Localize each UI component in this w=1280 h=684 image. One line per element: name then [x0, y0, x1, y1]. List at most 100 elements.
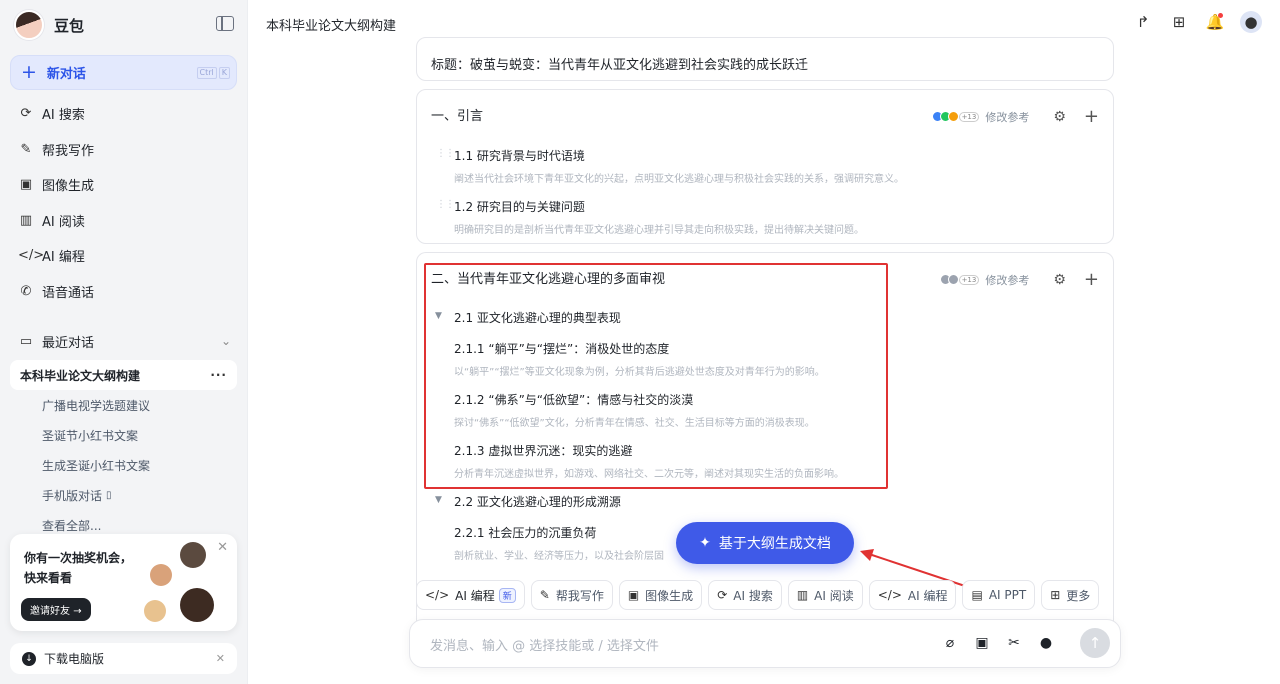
modify-reference-button[interactable]: 修改参考: [985, 272, 1029, 288]
brand[interactable]: 豆包: [14, 10, 84, 40]
code-icon: </>: [18, 248, 45, 264]
modify-reference-button[interactable]: 修改参考: [985, 109, 1029, 125]
recent-chat-item[interactable]: 本科毕业论文大纲构建 ···: [10, 360, 237, 390]
new-note-icon[interactable]: ⊞: [1168, 11, 1190, 33]
skill-image[interactable]: ▣ 图像生成: [618, 580, 703, 610]
settings-sliders-icon[interactable]: ⚙: [1053, 109, 1066, 125]
sidebar-item-coding[interactable]: </> AI 编程: [10, 238, 237, 274]
subsection-title[interactable]: 1.1 研究背景与时代语境: [454, 147, 585, 164]
view-all-label: 查看全部...: [42, 518, 102, 533]
sidebar-toggle-icon[interactable]: [216, 16, 234, 31]
more-options-icon[interactable]: ···: [210, 368, 227, 382]
skill-more[interactable]: ⊞ 更多: [1041, 580, 1100, 610]
book-icon: ▥: [19, 212, 33, 228]
sidebar-item-reading[interactable]: ▥ AI 阅读: [10, 203, 237, 239]
invite-friends-button[interactable]: 邀请好友 →: [21, 598, 91, 621]
reference-sources[interactable]: +13: [939, 274, 980, 285]
subsection-desc: 明确研究目的是剖析当代青年亚文化逃避心理并引导其走向积极实践，提出待解决关键问题…: [454, 225, 864, 236]
skill-ai-coding[interactable]: </> AI 编程新: [416, 580, 525, 610]
new-badge: 新: [498, 587, 516, 603]
pen-icon: ✎: [20, 141, 32, 157]
skill-ppt[interactable]: ▤ AI PPT: [962, 580, 1036, 610]
sidebar-item-voice[interactable]: ✆ 语音通话: [10, 274, 237, 310]
chat-icon: ▭: [19, 333, 33, 349]
generate-document-button[interactable]: ✦ 基于大纲生成文档: [676, 522, 854, 564]
chevron-down-icon[interactable]: ⌄: [221, 334, 231, 348]
recent-chats-header[interactable]: ▭ 最近对话 ⌄: [10, 326, 237, 356]
plus-icon: +: [21, 61, 37, 83]
code-icon: </>: [425, 588, 450, 602]
outline-title-line[interactable]: 标题：破茧与蜕变：当代青年从亚文化逃避到社会实践的成长跃迁: [431, 54, 808, 73]
ppt-icon: ▤: [971, 588, 983, 602]
settings-sliders-icon[interactable]: ⚙: [1053, 272, 1066, 288]
skill-label: 帮我写作: [555, 588, 604, 603]
grid-icon: ⊞: [1050, 588, 1061, 602]
sidebar-item-ai-search[interactable]: ⟳ AI 搜索: [10, 96, 237, 132]
ref-count: +13: [958, 274, 980, 285]
share-icon[interactable]: ↱: [1132, 11, 1154, 33]
avatar-illustration: [150, 564, 172, 586]
collapse-triangle-icon[interactable]: ▼: [435, 495, 442, 505]
message-input[interactable]: 发消息、输入 @ 选择技能或 / 选择文件 ⌀ ▣ ✂ ● ↑: [409, 619, 1121, 668]
code-icon: </>: [877, 588, 902, 602]
subsection-desc: 阐述当代社会环境下青年亚文化的兴起，点明亚文化逃避心理与积极社会实践的关系，强调…: [454, 174, 904, 185]
sidebar-item-writing[interactable]: ✎ 帮我写作: [10, 132, 237, 168]
skill-reading[interactable]: ▥ AI 阅读: [787, 580, 863, 610]
sidebar-item-image[interactable]: ▣ 图像生成: [10, 167, 237, 203]
ai-search-icon: ⟳: [717, 588, 728, 602]
subsection-title[interactable]: 1.2 研究目的与关键问题: [454, 198, 585, 215]
shortcut-key: Ctrl: [196, 67, 217, 79]
image-upload-icon[interactable]: ▣: [972, 633, 992, 653]
recent-chat-label: 本科毕业论文大纲构建: [20, 368, 141, 383]
subsection-title[interactable]: 2.2 亚文化逃避心理的形成溯源: [454, 493, 621, 510]
page-title: 本科毕业论文大纲构建: [266, 19, 397, 34]
shortcut-hint: Ctrl K: [196, 67, 230, 79]
recent-chat-item[interactable]: 生成圣诞小红书文案: [10, 450, 237, 480]
drag-handle-icon[interactable]: ⋮⋮: [436, 199, 455, 210]
recent-chats: ▭ 最近对话 ⌄ 本科毕业论文大纲构建 ··· 广播电视学选题建议 圣诞节小红书…: [10, 326, 237, 540]
close-icon[interactable]: ✕: [216, 652, 225, 665]
sidebar-item-label: 帮我写作: [42, 143, 95, 159]
scissors-icon[interactable]: ✂: [1004, 633, 1024, 653]
sparkle-icon: ✦: [699, 535, 711, 551]
sidebar-nav: ⟳ AI 搜索 ✎ 帮我写作 ▣ 图像生成 ▥ AI 阅读 </> AI 编程 …: [10, 96, 237, 309]
download-desktop-banner[interactable]: ↓ 下载电脑版 ✕: [10, 643, 237, 674]
arrow-right-icon: →: [73, 606, 82, 617]
reference-sources[interactable]: +13: [931, 111, 980, 122]
attachment-icon[interactable]: ⌀: [940, 633, 960, 653]
input-actions: ⌀ ▣ ✂ ●: [940, 633, 1056, 653]
bell-icon[interactable]: 🔔: [1204, 11, 1226, 33]
recent-chat-label: 手机版对话: [42, 488, 103, 503]
section-title[interactable]: 一、引言: [431, 105, 483, 124]
notification-dot: [1218, 13, 1223, 18]
new-chat-label: 新对话: [46, 67, 86, 82]
skill-ai-search[interactable]: ⟳ AI 搜索: [708, 580, 782, 610]
sidebar-item-label: AI 搜索: [42, 108, 85, 124]
add-icon[interactable]: +: [1084, 106, 1099, 127]
skill-ai-coding-2[interactable]: </> AI 编程: [868, 580, 957, 610]
avatar-illustration: [180, 542, 206, 568]
send-button[interactable]: ↑: [1080, 628, 1110, 658]
shortcut-key: K: [218, 67, 230, 79]
doubao-logo: [14, 10, 44, 40]
image-icon: ▣: [19, 177, 33, 193]
user-avatar[interactable]: ●: [1240, 11, 1262, 33]
recent-chat-label: 生成圣诞小红书文案: [42, 458, 151, 473]
skill-bar: </> AI 编程新 ✎ 帮我写作 ▣ 图像生成 ⟳ AI 搜索 ▥ AI 阅读 </> A…: [416, 580, 1100, 610]
drag-handle-icon[interactable]: ⋮⋮: [436, 148, 455, 159]
recent-chat-item[interactable]: 圣诞节小红书文案: [10, 420, 237, 450]
new-chat-button[interactable]: + 新对话 Ctrl K: [10, 55, 237, 90]
input-placeholder: 发消息、输入 @ 选择技能或 / 选择文件: [430, 639, 659, 654]
skill-writing[interactable]: ✎ 帮我写作: [530, 580, 613, 610]
recent-chat-item[interactable]: 广播电视学选题建议: [10, 390, 237, 420]
sidebar-item-label: AI 编程: [42, 250, 85, 266]
sidebar-item-label: 图像生成: [42, 179, 95, 195]
close-icon[interactable]: ✕: [217, 540, 228, 555]
pen-icon: ✎: [539, 588, 550, 602]
recent-chat-label: 圣诞节小红书文案: [42, 428, 139, 443]
item-title[interactable]: 2.2.1 社会压力的沉重负荷: [454, 524, 596, 541]
microphone-icon[interactable]: ●: [1036, 633, 1056, 653]
recent-chat-item[interactable]: 手机版对话 ▯: [10, 480, 237, 510]
outline-editor: 标题：破茧与蜕变：当代青年从亚文化逃避到社会实践的成长跃迁 一、引言 +13 修…: [248, 37, 1280, 684]
add-icon[interactable]: +: [1084, 269, 1099, 290]
